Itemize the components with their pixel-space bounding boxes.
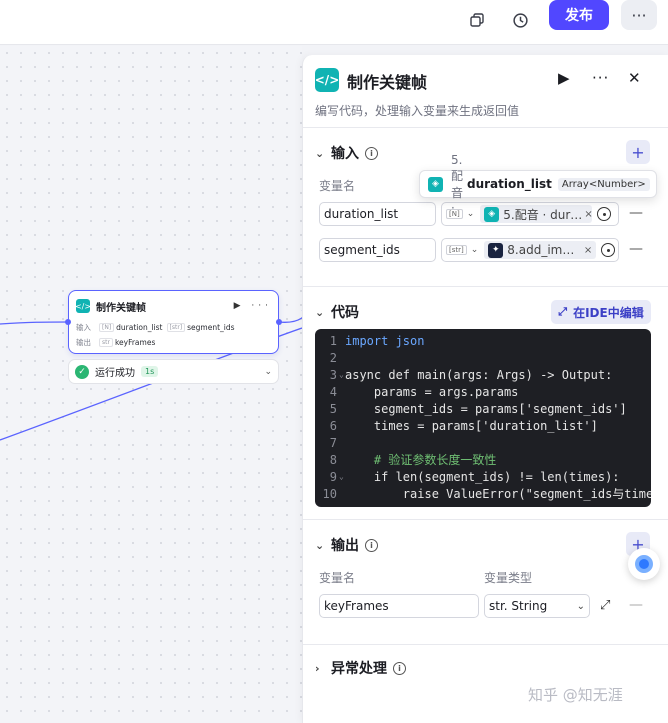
more-icon[interactable]: ···	[592, 69, 609, 87]
reference-chip[interactable]: ✦ 8.add_im… ×	[484, 241, 597, 259]
expand-icon: ⤢	[558, 305, 568, 318]
output-column-type: 变量类型	[484, 571, 533, 585]
remove-input-button[interactable]: —	[629, 241, 643, 257]
code-icon: </>	[75, 299, 91, 313]
output-port[interactable]	[276, 319, 282, 325]
history-icon[interactable]	[506, 6, 534, 34]
code-line: 6 times = params['duration_list']	[329, 419, 598, 433]
fold-icon[interactable]: ⌄	[339, 370, 344, 379]
target-icon[interactable]	[601, 243, 616, 257]
chevron-down-icon[interactable]: ⌄	[471, 245, 479, 255]
error-section-header[interactable]: › 异常处理 i	[315, 658, 406, 678]
watermark: 知乎 @知无涯	[528, 686, 623, 704]
code-line: 5 segment_ids = params['segment_ids']	[329, 402, 627, 416]
remove-output-button[interactable]: —	[629, 597, 643, 613]
run-status-bar[interactable]: ✓ 运行成功 1s ⌄	[68, 359, 279, 384]
input-name-field[interactable]: segment_ids	[319, 238, 436, 262]
node-config-panel: </> 制作关键帧 ▶ ··· ✕ 编写代码，处理输入变量来生成返回值 ⌄ 输入…	[302, 55, 668, 723]
panel-title: 制作关键帧	[347, 73, 428, 92]
code-line: 7	[329, 436, 337, 450]
code-line: 9 if len(segment_ids) != len(times):	[329, 470, 620, 484]
top-toolbar: 发布 ···	[0, 0, 668, 45]
target-icon[interactable]	[597, 207, 612, 221]
code-node[interactable]: </> 制作关键帧 ▶ ··· 输入 [N] duration_list [st…	[65, 290, 282, 354]
output-column-name: 变量名	[319, 571, 356, 585]
input-section-header[interactable]: ⌄ 输入 i	[315, 143, 378, 163]
plugin-icon: ✦	[488, 242, 504, 258]
layers-icon: ◈	[484, 206, 500, 222]
edit-in-ide-button[interactable]: ⤢ 在IDE中编辑	[551, 300, 651, 324]
remove-ref-icon[interactable]: ×	[582, 245, 592, 256]
node-title: 制作关键帧	[96, 302, 146, 314]
code-line: 1 import json	[329, 334, 425, 348]
fold-icon[interactable]: ⌄	[339, 472, 344, 481]
input-reference-field[interactable]: [str] ⌄ ✦ 8.add_im… ×	[441, 238, 619, 262]
code-line: 4 params = args.params	[329, 385, 519, 399]
expand-icon[interactable]: ⤢	[600, 598, 610, 613]
divider	[303, 127, 668, 128]
node-input-row: 输入 [N] duration_list [str] segment_ids	[76, 323, 235, 332]
connection-lines	[0, 310, 302, 441]
chevron-down-icon[interactable]: ⌄	[467, 209, 475, 219]
output-name-field[interactable]: keyFrames	[319, 594, 479, 618]
chevron-down-icon[interactable]: ⌄	[315, 539, 331, 552]
input-name-field[interactable]: duration_list	[319, 202, 436, 226]
info-icon[interactable]: i	[365, 538, 378, 552]
divider	[303, 519, 668, 520]
more-options-button[interactable]: ···	[621, 0, 657, 30]
check-icon: ✓	[75, 364, 89, 379]
close-icon[interactable]: ✕	[628, 69, 641, 87]
code-section-header[interactable]: ⌄ 代码	[315, 302, 359, 322]
node-output-row: 输出 str keyFrames	[76, 338, 156, 347]
add-input-button[interactable]: +	[626, 140, 650, 164]
layers-icon: ◈	[428, 176, 443, 192]
reference-tooltip: ◈ 5.配音 · duration_list Array<Number>	[419, 153, 657, 215]
code-line: 3 async def main(args: Args) -> Output:	[329, 368, 613, 382]
info-icon[interactable]: i	[393, 661, 406, 675]
code-editor[interactable]: 1 import json 2 3 async def main(args: Arg…	[315, 329, 651, 507]
code-line: 8 # 验证参数长度一致性	[329, 453, 497, 467]
node-actions[interactable]: ▶ ···	[234, 301, 272, 311]
panel-description: 编写代码，处理输入变量来生成返回值	[315, 104, 520, 118]
output-type-select[interactable]: str. String ⌄	[484, 594, 590, 618]
chevron-down-icon[interactable]: ⌄	[264, 367, 272, 377]
run-status-label: 运行成功	[95, 368, 135, 379]
input-port[interactable]	[65, 319, 71, 325]
chevron-down-icon: ⌄	[576, 600, 585, 612]
remove-input-button[interactable]: —	[629, 205, 643, 221]
assistant-float-icon[interactable]	[628, 548, 660, 580]
chevron-down-icon[interactable]: ⌄	[315, 147, 331, 160]
divider	[303, 286, 668, 287]
remove-ref-icon[interactable]: ×	[582, 209, 592, 220]
copy-icon[interactable]	[463, 6, 491, 34]
output-section-header[interactable]: ⌄ 输出 i	[315, 535, 378, 555]
chevron-down-icon[interactable]: ⌄	[315, 306, 331, 319]
code-icon: </>	[315, 68, 339, 92]
info-icon[interactable]: i	[365, 146, 378, 160]
reference-chip[interactable]: ◈ 5.配音 · dur… ×	[480, 205, 593, 223]
workflow-canvas[interactable]: </> 制作关键帧 ▶ ··· 输入 [N] duration_list [st…	[0, 46, 302, 723]
input-reference-field[interactable]: [N] ⌄ ◈ 5.配音 · dur… ×	[441, 202, 619, 226]
code-line: 2	[329, 351, 337, 365]
chevron-right-icon[interactable]: ›	[315, 662, 331, 675]
input-column-name: 变量名	[319, 179, 356, 193]
code-line: 10 raise ValueError("segment_ids与time	[322, 487, 651, 501]
run-icon[interactable]: ▶	[558, 69, 570, 87]
run-duration-badge: 1s	[141, 366, 159, 377]
divider	[303, 644, 668, 645]
publish-button[interactable]: 发布	[549, 0, 609, 30]
